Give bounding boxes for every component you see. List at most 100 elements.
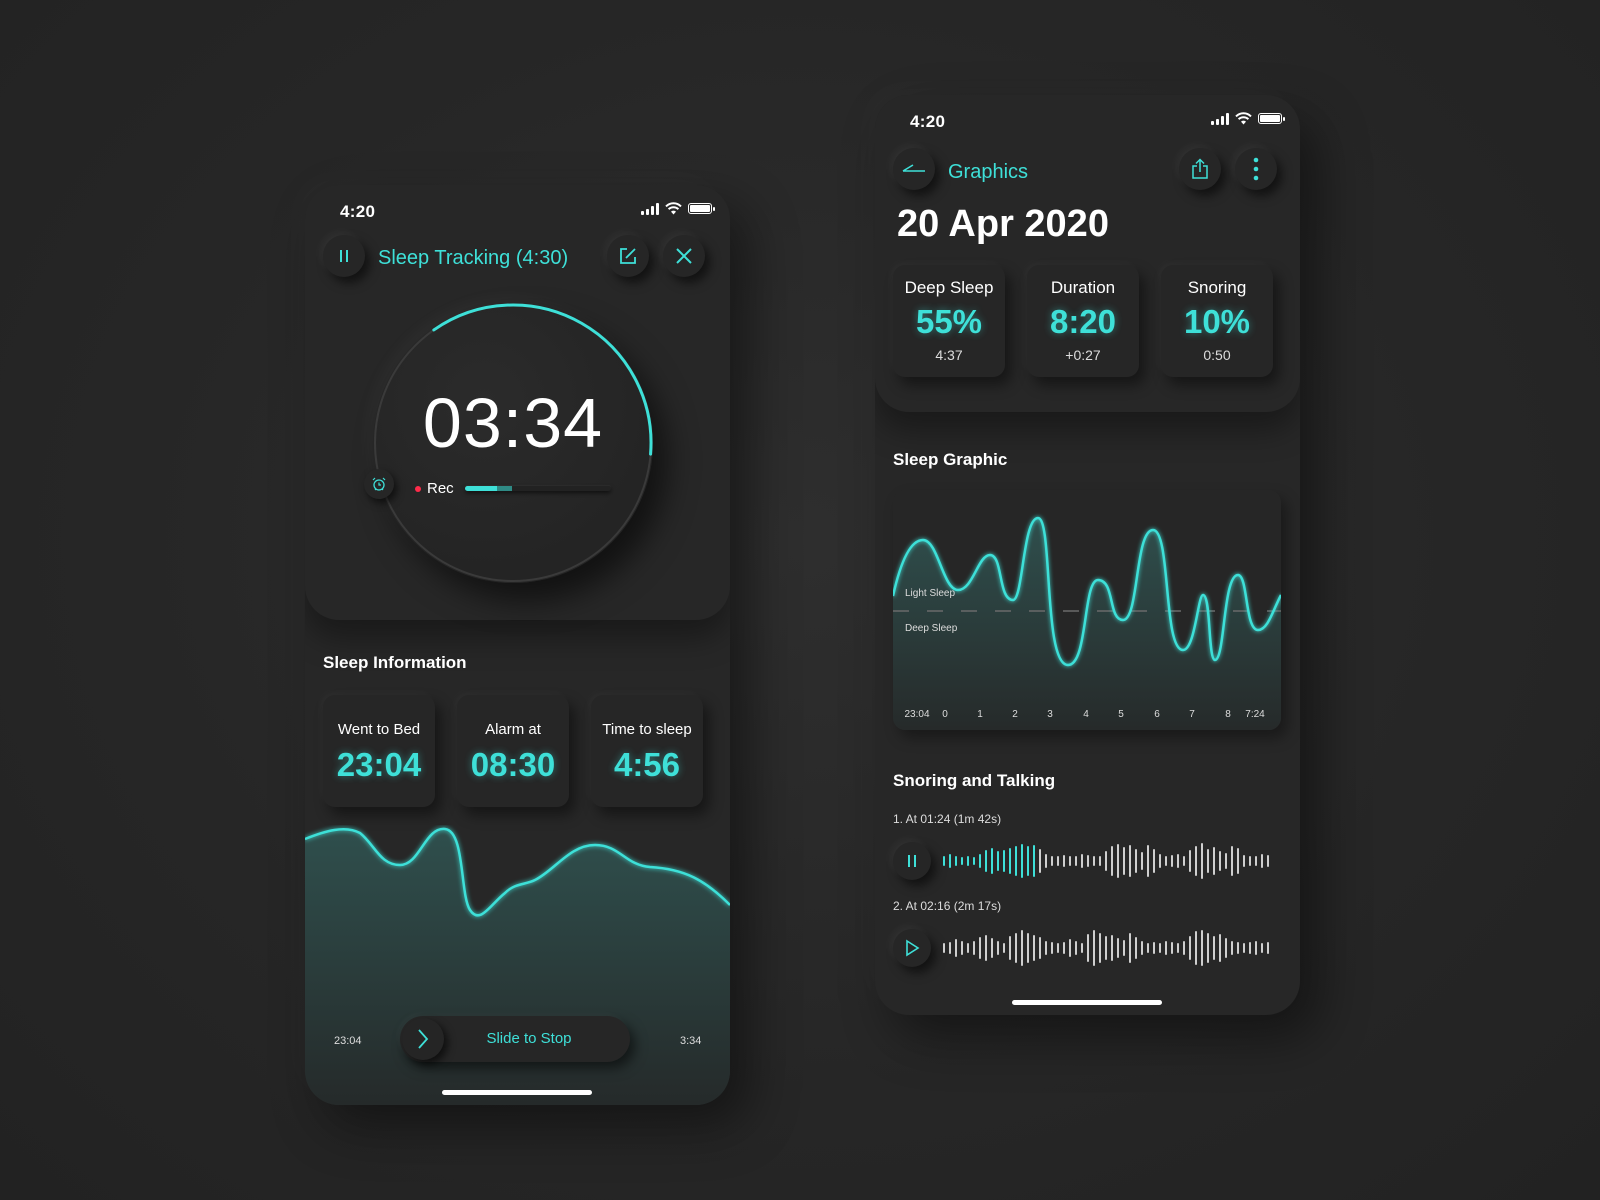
recording-2-play-button[interactable] <box>893 929 931 967</box>
timer-dial: 03:34 Rec <box>364 303 653 583</box>
screen-title: Graphics <box>948 161 1029 183</box>
summary-panel: 4:20 Graphics 20 Apr 2020 Deep Sleep 55%… <box>875 95 1300 412</box>
waveform-bar <box>1021 844 1023 878</box>
recording-progress-bar <box>465 486 611 491</box>
status-bar: 4:20 <box>875 95 1300 145</box>
waveform-bar <box>1231 846 1233 876</box>
waveform-bar <box>1129 845 1131 877</box>
waveform-bar <box>955 939 957 957</box>
recording-1-label: 1. At 01:24 (1m 42s) <box>893 812 1002 826</box>
waveform-bar <box>1183 856 1185 866</box>
waveform-bar <box>1237 848 1239 874</box>
waveform-bar <box>1003 943 1005 953</box>
waveform-bar <box>1159 943 1161 953</box>
waveform-bar <box>1177 854 1179 868</box>
slide-to-stop[interactable]: Slide to Stop <box>400 1016 630 1062</box>
waveform-bar <box>1201 930 1203 966</box>
waveform-bar <box>1099 933 1101 963</box>
waveform-bar <box>1225 938 1227 958</box>
waveform-bar <box>1057 856 1059 866</box>
waveform-bar <box>961 857 963 865</box>
waveform-bar <box>967 943 969 953</box>
battery-icon <box>1258 113 1285 124</box>
close-button[interactable] <box>663 235 705 277</box>
waveform-bar <box>1225 853 1227 869</box>
edit-icon <box>620 248 636 264</box>
waveform-bar <box>1111 846 1113 876</box>
waveform-bar <box>1207 849 1209 873</box>
waveform-bar <box>991 848 993 874</box>
x-tick: 3 <box>1047 709 1053 720</box>
waveform-bar <box>1015 846 1017 876</box>
waveform-bar <box>1063 855 1065 867</box>
waveform-bar <box>1159 854 1161 868</box>
chart-end-time: 3:34 <box>680 1035 702 1047</box>
recording-1-waveform[interactable] <box>943 841 1269 881</box>
signal-icon <box>1211 112 1229 125</box>
close-icon <box>676 248 692 264</box>
status-time: 4:20 <box>910 112 946 131</box>
x-tick: 6 <box>1154 709 1160 720</box>
slide-label: Slide to Stop <box>486 1030 572 1047</box>
light-sleep-label: Light Sleep <box>905 588 956 599</box>
x-tick: 2 <box>1012 709 1018 720</box>
share-button[interactable] <box>1179 148 1221 190</box>
waveform-bar <box>1207 933 1209 963</box>
waveform-bar <box>979 937 981 959</box>
waveform-bar <box>1087 934 1089 962</box>
waveform-bar <box>1243 943 1245 953</box>
waveform-bar <box>1027 933 1029 963</box>
waveform-bar <box>1021 930 1023 966</box>
waveform-bar <box>961 941 963 955</box>
waveform-bar <box>1075 941 1077 955</box>
waveform-bar <box>1201 843 1203 879</box>
waveform-bar <box>973 857 975 865</box>
waveform-bar <box>1183 941 1185 955</box>
tracking-panel: 4:20 Sleep Tracking (4:30) 03:34 Rec <box>305 185 730 620</box>
recording-1-pause-button[interactable] <box>893 842 931 880</box>
waveform-bar <box>1213 936 1215 960</box>
back-button[interactable] <box>893 148 935 190</box>
home-indicator[interactable] <box>442 1090 592 1095</box>
waveform-bar <box>1261 854 1263 868</box>
waveform-bar <box>1141 852 1143 870</box>
status-bar: 4:20 <box>305 185 730 235</box>
waveform-bar <box>1063 942 1065 954</box>
waveform-bar <box>1261 943 1263 953</box>
alarm-button[interactable] <box>364 469 394 499</box>
recording-2-label: 2. At 02:16 (2m 17s) <box>893 899 1002 913</box>
home-indicator[interactable] <box>1012 1000 1162 1005</box>
edit-button[interactable] <box>607 235 649 277</box>
waveform-bar <box>1231 941 1233 955</box>
went-to-bed-card: Went to Bed 23:04 <box>323 695 435 807</box>
waveform-bar <box>943 856 945 866</box>
deep-sleep-card: Deep Sleep 55% 4:37 <box>893 265 1005 377</box>
waveform-bar <box>979 854 981 868</box>
chart-start-time: 23:04 <box>334 1035 362 1047</box>
waveform-bar <box>1081 943 1083 953</box>
x-tick: 0 <box>942 709 948 720</box>
waveform-bar <box>1057 943 1059 953</box>
battery-icon <box>688 203 715 214</box>
waveform-bar <box>967 856 969 866</box>
waveform-bar <box>1237 942 1239 954</box>
x-tick: 23:04 <box>904 709 930 720</box>
waveform-bar <box>1141 941 1143 955</box>
recording-indicator: Rec <box>415 480 454 497</box>
waveform-bar <box>997 851 999 871</box>
waveform-bar <box>985 850 987 872</box>
more-options-button[interactable] <box>1235 148 1277 190</box>
waveform-bar <box>1045 854 1047 868</box>
waveform-bar <box>1009 848 1011 874</box>
recording-2-waveform[interactable] <box>943 928 1269 968</box>
waveform-bar <box>1135 849 1137 873</box>
waveform-bar <box>1189 936 1191 960</box>
waveform-bar <box>1147 943 1149 953</box>
waveform-bar <box>1075 856 1077 866</box>
waveform-bar <box>1003 850 1005 872</box>
wifi-icon <box>665 202 682 215</box>
waveform-bar <box>1027 846 1029 876</box>
stats-cards: Deep Sleep 55% 4:37 Duration 8:20 +0:27 … <box>893 265 1273 377</box>
pause-button[interactable] <box>323 235 365 277</box>
signal-icon <box>641 202 659 215</box>
